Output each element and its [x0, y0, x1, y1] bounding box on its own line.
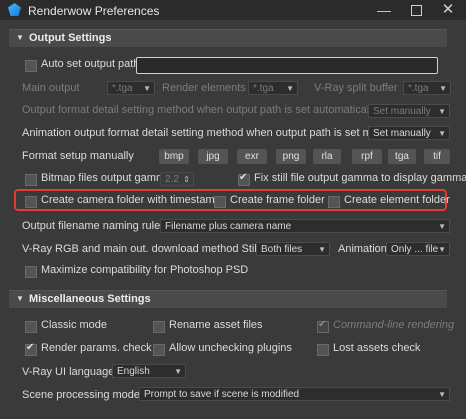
collapse-triangle-icon: ▼: [16, 294, 24, 303]
maximize-icon: [410, 5, 422, 16]
format-setup-label: Format setup manually: [22, 150, 134, 162]
fix-still-gamma-checkbox[interactable]: [238, 172, 250, 186]
bitmap-gamma-label: Bitmap files output gamma: [41, 172, 172, 184]
render-elements-label: Render elements: [162, 82, 246, 94]
chevron-down-icon: ▼: [438, 245, 446, 254]
main-output-label: Main output: [22, 82, 80, 94]
classic-mode-label: Classic mode: [41, 319, 108, 331]
output-settings-title: Output Settings: [29, 32, 112, 44]
format-exr-button[interactable]: exr: [237, 149, 267, 164]
chevron-down-icon: ▼: [438, 107, 446, 116]
vray-split-buffer-label: V-Ray split buffer: [314, 82, 398, 94]
rename-asset-checkbox[interactable]: [153, 321, 165, 333]
lost-assets-checkbox[interactable]: [317, 344, 329, 356]
anim-format-detail-method-value: Set manually: [373, 128, 431, 139]
animation-label: Animation: [338, 243, 387, 255]
minimize-button[interactable]: —: [370, 1, 398, 19]
window-title: Renderwow Preferences: [28, 4, 160, 18]
auto-set-output-path-label: Auto set output path: [41, 58, 140, 70]
main-output-select[interactable]: *.tga ▼: [107, 81, 155, 95]
chevron-down-icon: ▼: [174, 367, 182, 376]
ui-language-label: V-Ray UI language: [22, 366, 115, 378]
rename-asset-label: Rename asset files: [169, 319, 263, 331]
chevron-down-icon: ▼: [286, 84, 294, 93]
vray-download-label: V-Ray RGB and main out. download method …: [22, 243, 260, 255]
format-png-button[interactable]: png: [276, 149, 306, 164]
anim-format-detail-method-label: Animation output format detail setting m…: [22, 127, 399, 139]
ui-language-select[interactable]: English ▼: [112, 364, 186, 378]
format-tif-button[interactable]: tif: [424, 149, 450, 164]
element-folder-label: Create element folder: [344, 194, 450, 206]
output-settings-header[interactable]: ▼ Output Settings: [9, 29, 447, 47]
chevron-down-icon: ▼: [438, 222, 446, 231]
filename-rule-value: Filename plus camera name: [165, 221, 292, 232]
maximize-button[interactable]: [402, 1, 430, 19]
app-icon: [8, 3, 21, 16]
allow-unchecking-label: Allow unchecking plugins: [169, 342, 292, 354]
render-params-check-label: Render params. check: [41, 342, 152, 354]
format-detail-method-value: Set manually: [373, 106, 431, 117]
misc-settings-title: Miscellaneous Settings: [29, 293, 151, 305]
close-button[interactable]: ✕: [434, 1, 462, 19]
format-jpg-button[interactable]: jpg: [198, 149, 228, 164]
frame-folder-label: Create frame folder: [230, 194, 325, 206]
scene-processing-value: Prompt to save if scene is modified: [144, 389, 300, 400]
vray-download-animation-select[interactable]: Only ... file ▼: [386, 242, 450, 256]
main-output-value: *.tga: [112, 83, 133, 94]
format-bmp-button[interactable]: bmp: [159, 149, 189, 164]
vray-download-animation-value: Only ... file: [391, 244, 439, 255]
scene-processing-select[interactable]: Prompt to save if scene is modified ▼: [139, 387, 450, 401]
ui-language-value: English: [117, 366, 150, 377]
collapse-triangle-icon: ▼: [16, 33, 24, 42]
photoshop-compat-checkbox[interactable]: [25, 266, 37, 278]
cmdline-rendering-checkbox[interactable]: [317, 319, 329, 333]
fix-still-gamma-label: Fix still file output gamma to display g…: [254, 172, 466, 184]
vray-download-still-value: Both files: [261, 244, 303, 255]
lost-assets-label: Lost assets check: [333, 342, 421, 354]
camera-folder-timestamp-checkbox[interactable]: [25, 196, 37, 208]
chevron-down-icon: ▼: [439, 84, 447, 93]
camera-folder-timestamp-label: Create camera folder with timestamp: [41, 194, 221, 206]
chevron-down-icon: ▼: [438, 129, 446, 138]
scene-processing-label: Scene processing modes: [22, 389, 146, 401]
output-path-input[interactable]: [136, 57, 438, 74]
format-detail-method-label: Output format detail setting method when…: [22, 104, 378, 116]
allow-unchecking-checkbox[interactable]: [153, 344, 165, 356]
spinner-icon: ⇕: [183, 175, 190, 184]
filename-rule-label: Output filename naming rule: [22, 220, 161, 232]
cmdline-rendering-label: Command-line rendering: [333, 319, 455, 331]
bitmap-gamma-value: 2.2: [165, 174, 179, 185]
vray-download-still-select[interactable]: Both files ▼: [256, 242, 330, 256]
chevron-down-icon: ▼: [318, 245, 326, 254]
render-elements-value: *.tga: [253, 83, 274, 94]
render-params-check-checkbox[interactable]: [25, 342, 37, 356]
filename-rule-select[interactable]: Filename plus camera name ▼: [160, 219, 450, 233]
bitmap-gamma-spinner[interactable]: 2.2 ⇕: [160, 172, 194, 186]
classic-mode-checkbox[interactable]: [25, 321, 37, 333]
vray-split-buffer-value: *.tga: [408, 83, 429, 94]
format-rpf-button[interactable]: rpf: [352, 149, 382, 164]
frame-folder-checkbox[interactable]: [214, 196, 226, 208]
chevron-down-icon: ▼: [143, 84, 151, 93]
render-elements-select[interactable]: *.tga ▼: [248, 81, 298, 95]
misc-settings-header[interactable]: ▼ Miscellaneous Settings: [9, 290, 447, 308]
title-bar: Renderwow Preferences — ✕: [0, 0, 466, 20]
bitmap-gamma-checkbox[interactable]: [25, 174, 37, 186]
format-rla-button[interactable]: rla: [313, 149, 341, 164]
element-folder-checkbox[interactable]: [328, 196, 340, 208]
vray-split-buffer-select[interactable]: *.tga ▼: [403, 81, 451, 95]
format-detail-method-select[interactable]: Set manually ▼: [368, 104, 450, 118]
photoshop-compat-label: Maximize compatibility for Photoshop PSD: [41, 264, 249, 276]
anim-format-detail-method-select[interactable]: Set manually ▼: [368, 126, 450, 140]
chevron-down-icon: ▼: [438, 390, 446, 399]
format-tga-button[interactable]: tga: [388, 149, 416, 164]
auto-set-output-path-checkbox[interactable]: [25, 60, 37, 72]
